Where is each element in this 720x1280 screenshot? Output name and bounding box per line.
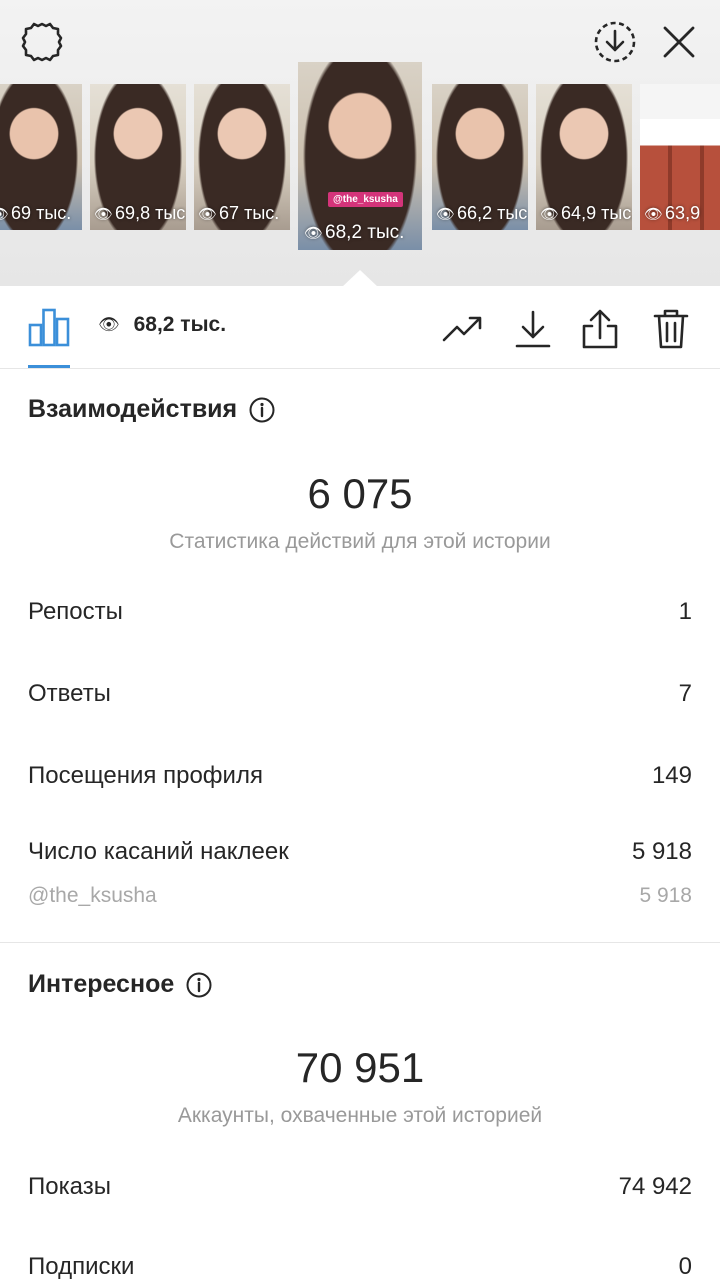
story-thumbnail[interactable]: 👁69 тыс. [0,84,82,230]
stat-row-sticker-mention: @the_ksusha 5 918 [28,884,692,908]
stat-label: Число касаний наклеек [28,838,289,865]
section-divider [0,942,720,943]
mention-sticker: @the_ksusha [328,192,403,207]
stat-row-follows: Подписки 0 [28,1253,692,1280]
stat-value: 7 [678,680,692,707]
stat-value: 5 918 [639,884,692,907]
delete-button[interactable] [649,307,693,351]
close-icon [663,26,695,58]
info-icon[interactable] [249,397,275,423]
download-icon [515,310,551,348]
stat-row-replies: Ответы 7 [28,680,692,708]
stat-label: Посещения профиля [28,762,263,789]
save-button[interactable] [511,307,555,351]
insights-toolbar: 👁 68,2 тыс. [0,287,720,369]
views-summary: 👁 68,2 тыс. [98,313,226,337]
stat-value: 74 942 [618,1173,692,1200]
trend-up-icon [442,316,482,342]
stat-value: 0 [678,1253,692,1280]
stat-label: Ответы [28,680,111,707]
close-button[interactable] [655,18,703,66]
promote-button[interactable] [441,307,485,351]
stat-row-reposts: Репосты 1 [28,598,692,626]
eye-icon: 👁 [304,225,324,242]
discovery-total: 70 951 [295,1044,425,1091]
story-thumbnail-active[interactable]: @the_ksusha 👁 68,2 тыс. [298,62,422,250]
stat-value: 1 [678,598,692,625]
interactions-header: Взаимодействия [28,395,275,424]
stat-label: Показы [28,1173,111,1200]
views-count: 68,2 тыс. [133,313,227,336]
section-title: Взаимодействия [28,395,238,423]
section-title: Интересное [28,970,175,998]
story-thumbnail[interactable]: 👁 67 тыс. [194,84,290,230]
active-tab-indicator [28,365,70,368]
story-thumbnail[interactable]: 👁 64,9 тыс. [536,84,632,230]
info-icon[interactable] [186,972,212,998]
share-icon [582,309,618,349]
download-button[interactable] [590,18,640,66]
stat-row-impressions: Показы 74 942 [28,1173,692,1201]
stat-label: Подписки [28,1253,135,1280]
bar-chart-icon [28,308,70,347]
settings-button[interactable] [18,18,66,66]
tab-insights[interactable] [28,307,70,347]
eye-icon: 👁 [644,205,664,223]
eye-icon: 👁 [94,205,114,223]
gear-icon [21,22,63,62]
story-thumbnail[interactable]: 👁 69,8 тыс. [90,84,186,230]
discovery-header: Интересное [28,970,212,999]
stat-value: 5 918 [631,838,692,865]
eye-icon: 👁 [0,205,9,223]
download-circle-icon [594,21,636,63]
share-button[interactable] [578,307,622,351]
interactions-caption: Статистика действий для этой истории [169,530,551,553]
stat-row-profile-visits: Посещения профиля 149 [28,762,692,790]
stat-row-sticker-taps: Число касаний наклеек 5 918 [28,838,692,866]
trash-icon [653,309,689,349]
selection-pointer [342,270,378,287]
stat-label: Репосты [28,598,123,625]
discovery-caption: Аккаунты, охваченные этой историей [177,1104,543,1127]
eye-icon: 👁 [436,205,456,223]
story-thumbnail[interactable]: 👁 66,2 тыс. [432,84,528,230]
stat-value: 149 [651,762,692,789]
stat-label: @the_ksusha [28,884,157,907]
eye-icon: 👁 [98,315,120,334]
interactions-total: 6 075 [307,470,413,517]
story-viewer: 👁69 тыс. 👁69,8 тыс. 👁67 тыс. @the_ksusha… [0,0,720,287]
stories-strip[interactable]: 👁69 тыс. 👁69,8 тыс. 👁67 тыс. @the_ksusha… [0,62,720,252]
story-thumbnail[interactable]: 👁 63,9 [640,84,720,230]
eye-icon: 👁 [198,205,218,223]
eye-icon: 👁 [540,205,560,223]
